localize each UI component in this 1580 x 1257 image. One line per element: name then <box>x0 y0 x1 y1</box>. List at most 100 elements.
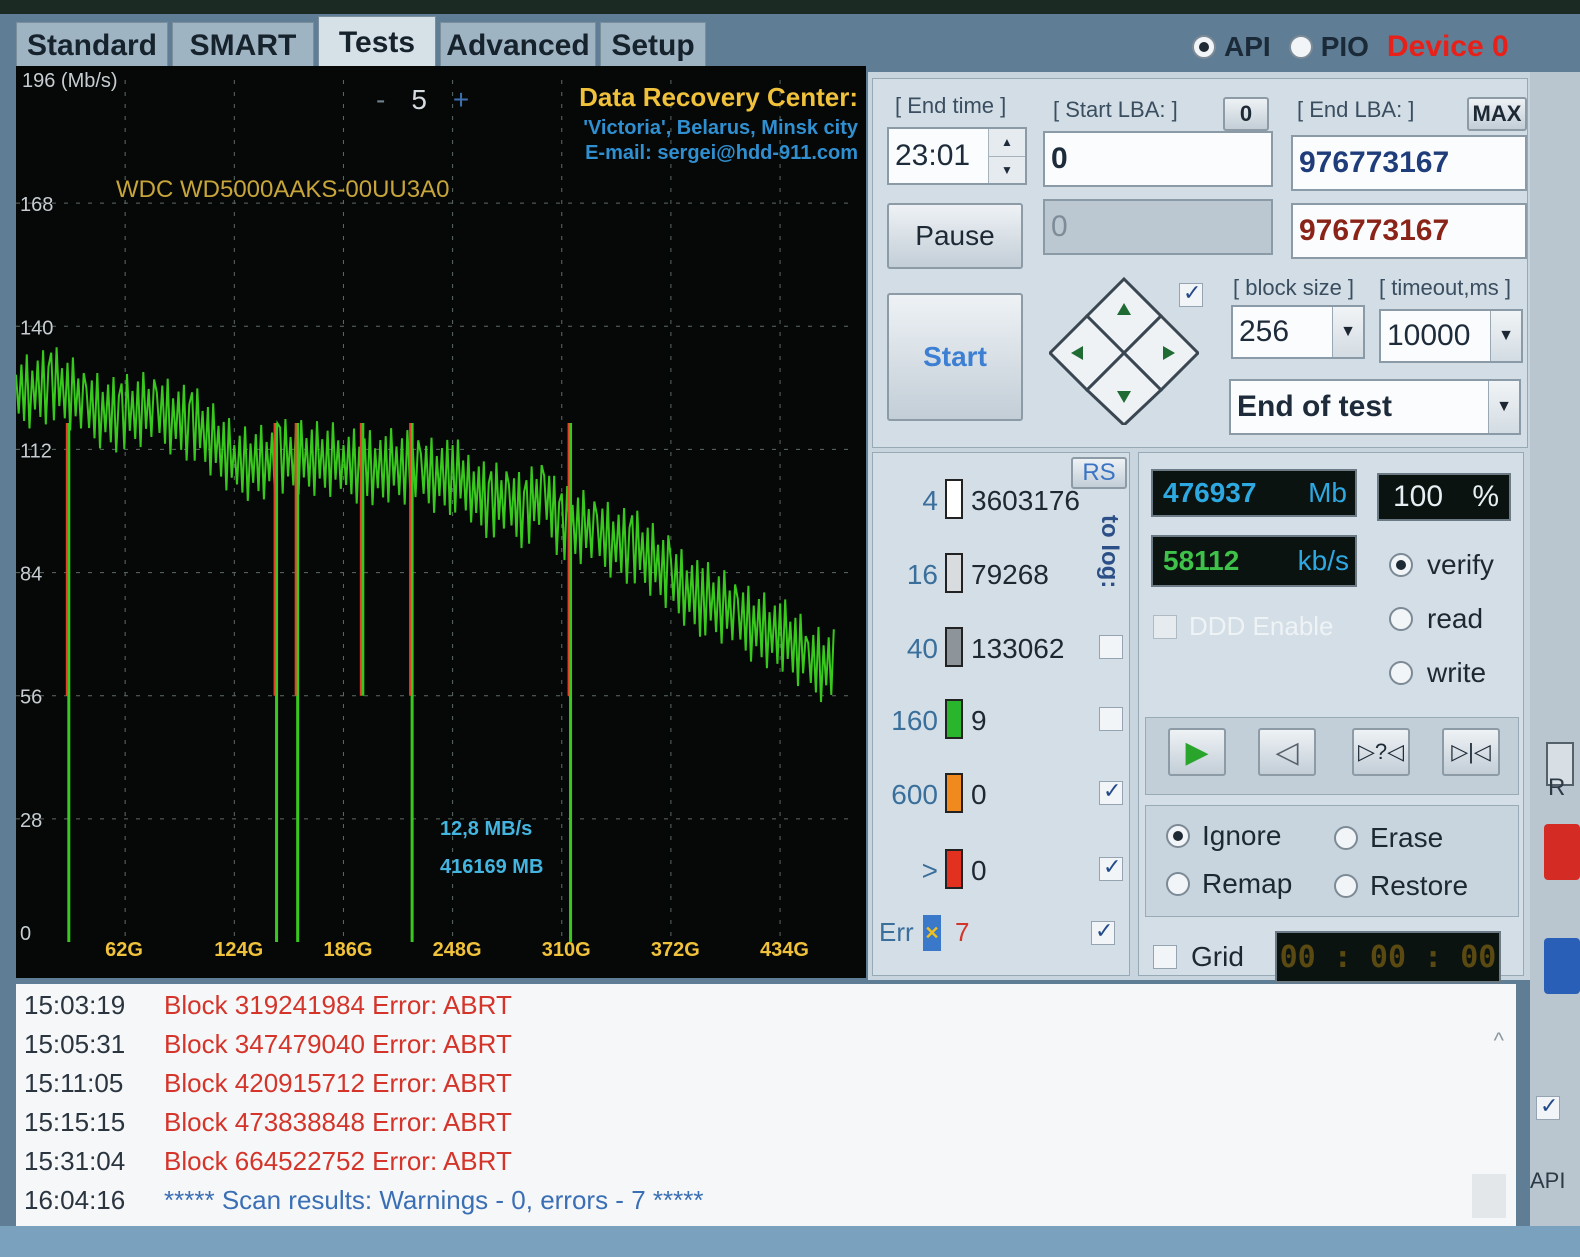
mode-write[interactable]: write <box>1389 657 1494 689</box>
error-label: Err <box>879 917 914 947</box>
action-erase[interactable]: Erase <box>1334 822 1443 854</box>
timeout-select[interactable]: 10000 ▼ <box>1379 309 1523 363</box>
block-log-checkbox[interactable] <box>1099 707 1123 731</box>
tab-bar: Standard SMART Tests Advanced Setup API … <box>0 14 1580 72</box>
zoom-plus-button[interactable]: + <box>453 84 469 116</box>
edge-r-label: R <box>1548 774 1566 801</box>
end-lba-field[interactable]: 976773167 <box>1291 135 1527 191</box>
tab-smart[interactable]: SMART <box>172 22 314 68</box>
action-restore[interactable]: Restore <box>1334 870 1468 902</box>
reverse-icon: ◁ <box>1275 735 1299 769</box>
block-log-checkbox[interactable] <box>1099 855 1123 881</box>
start-lba-field[interactable]: 0 <box>1043 131 1273 187</box>
log-time: 15:15:15 <box>24 1107 126 1137</box>
log-scrollbar-thumb[interactable] <box>1472 1174 1506 1218</box>
event-log[interactable]: 15:03:19 Block 319241984 Error: ABRT 15:05… <box>16 984 1516 1226</box>
end-time-label: [ End time ] <box>895 93 1007 118</box>
end-action-select[interactable]: End of test ▼ <box>1229 379 1521 435</box>
play-button[interactable]: ▶ <box>1168 728 1226 776</box>
block-row: 600 0 <box>873 767 1143 827</box>
grid-label: Grid <box>1191 941 1244 972</box>
spin-down-icon[interactable]: ▼ <box>989 155 1025 184</box>
mode-verify[interactable]: verify <box>1389 549 1494 581</box>
log-message: Block 664522752 Error: ABRT <box>164 1146 512 1176</box>
y-tick-label: 28 <box>20 810 42 832</box>
block-size-select[interactable]: 256 ▼ <box>1231 305 1365 359</box>
spin-up-icon[interactable]: ▲ <box>989 129 1025 156</box>
log-message: ***** Scan results: Warnings - 0, errors… <box>164 1185 704 1215</box>
chevron-down-icon: ▼ <box>1488 381 1519 433</box>
timeout-label: [ timeout,ms ] <box>1379 275 1512 300</box>
zoom-minus-button[interactable]: - <box>376 84 385 116</box>
speed-series-line <box>15 347 835 703</box>
block-row: 40 133062 <box>873 621 1143 681</box>
random-seek-button[interactable]: ▷?◁ <box>1352 728 1410 776</box>
ddd-enable-checkbox[interactable] <box>1153 614 1177 639</box>
speed-display: 58112 kb/s <box>1151 535 1357 587</box>
scroll-up-icon[interactable]: ^ <box>1494 1028 1504 1054</box>
block-threshold: 40 <box>906 633 938 664</box>
mode-write-radio[interactable] <box>1389 661 1413 685</box>
credits-email: E-mail: sergei@hdd-911.com <box>585 142 858 164</box>
error-log-checkbox[interactable] <box>1091 919 1115 945</box>
api-radio[interactable] <box>1192 35 1216 59</box>
y-tick-label: 168 <box>20 194 53 216</box>
right-edge-panel: R API <box>1530 72 1580 1232</box>
log-message: Block 347479040 Error: ABRT <box>164 1029 512 1059</box>
block-size-value: 256 <box>1239 315 1290 348</box>
pause-button[interactable]: Pause <box>887 203 1023 269</box>
mode-verify-radio[interactable] <box>1389 553 1413 577</box>
end-time-spinner[interactable]: ▲ ▼ <box>988 129 1025 183</box>
start-lba-zero-button[interactable]: 0 <box>1223 97 1269 131</box>
credits-location: 'Victoria', Belarus, Minsk city <box>583 117 858 139</box>
end-lba-max-button[interactable]: MAX <box>1467 97 1527 131</box>
tab-standard[interactable]: Standard <box>16 22 168 68</box>
y-tick-label: 0 <box>20 923 31 945</box>
end-action-value: End of test <box>1237 390 1392 423</box>
speed-value: 58112 <box>1163 545 1240 576</box>
tab-setup[interactable]: Setup <box>600 22 706 68</box>
direction-checkbox[interactable] <box>1179 281 1203 307</box>
action-ignore[interactable]: Ignore <box>1166 820 1281 852</box>
random-seek-icon: ▷?◁ <box>1357 739 1405 764</box>
edge-checkbox[interactable] <box>1536 1094 1560 1120</box>
credits-block: Data Recovery Center: 'Victoria', Belaru… <box>532 82 858 165</box>
pio-radio[interactable] <box>1288 35 1313 59</box>
action-restore-radio[interactable] <box>1334 874 1358 898</box>
start-button[interactable]: Start <box>887 293 1023 421</box>
edge-blue-button[interactable] <box>1544 938 1580 994</box>
action-remap[interactable]: Remap <box>1166 868 1292 900</box>
lba-group: [ End time ] 23:01 ▲ ▼ [ Start LBA: ] 0 … <box>872 78 1528 448</box>
action-ignore-radio[interactable] <box>1166 824 1190 848</box>
transport-bar: ▶ ◁ ▷?◁ ▷|◁ <box>1145 717 1519 795</box>
mode-read[interactable]: read <box>1389 603 1494 635</box>
chevron-down-icon: ▼ <box>1490 311 1521 361</box>
edge-stop-button[interactable] <box>1544 824 1580 880</box>
percent-unit: % <box>1472 480 1499 513</box>
block-log-checkbox[interactable] <box>1099 635 1123 659</box>
y-tick-label: 140 <box>20 317 53 339</box>
bottom-bar <box>0 1226 1580 1257</box>
action-erase-radio[interactable] <box>1334 826 1358 850</box>
top-status-strip <box>0 0 1580 14</box>
reverse-button[interactable]: ◁ <box>1258 728 1316 776</box>
log-line: 15:05:31 Block 347479040 Error: ABRT <box>24 1029 512 1060</box>
tab-tests[interactable]: Tests <box>318 16 436 68</box>
log-time: 15:31:04 <box>24 1146 126 1176</box>
x-tick-label: 372G <box>651 939 700 961</box>
error-row: Err ✕ 7 <box>873 915 1131 955</box>
interface-selector: API PIO Device 0 <box>1192 30 1509 64</box>
action-remap-radio[interactable] <box>1166 872 1190 896</box>
credits-title: Data Recovery Center: <box>579 82 858 112</box>
tab-advanced[interactable]: Advanced <box>440 22 596 68</box>
block-count: 79268 <box>971 559 1049 590</box>
log-line: 15:11:05 Block 420915712 Error: ABRT <box>24 1068 512 1099</box>
butterfly-button[interactable]: ▷|◁ <box>1442 728 1500 776</box>
grid-checkbox[interactable] <box>1153 945 1177 969</box>
end-time-field[interactable]: 23:01 ▲ ▼ <box>887 127 1027 185</box>
mode-read-radio[interactable] <box>1389 607 1413 631</box>
block-threshold: 600 <box>891 779 938 810</box>
percent-display: 100 % <box>1377 473 1511 521</box>
block-log-checkbox[interactable] <box>1099 779 1123 805</box>
percent-value: 100 <box>1393 480 1444 513</box>
